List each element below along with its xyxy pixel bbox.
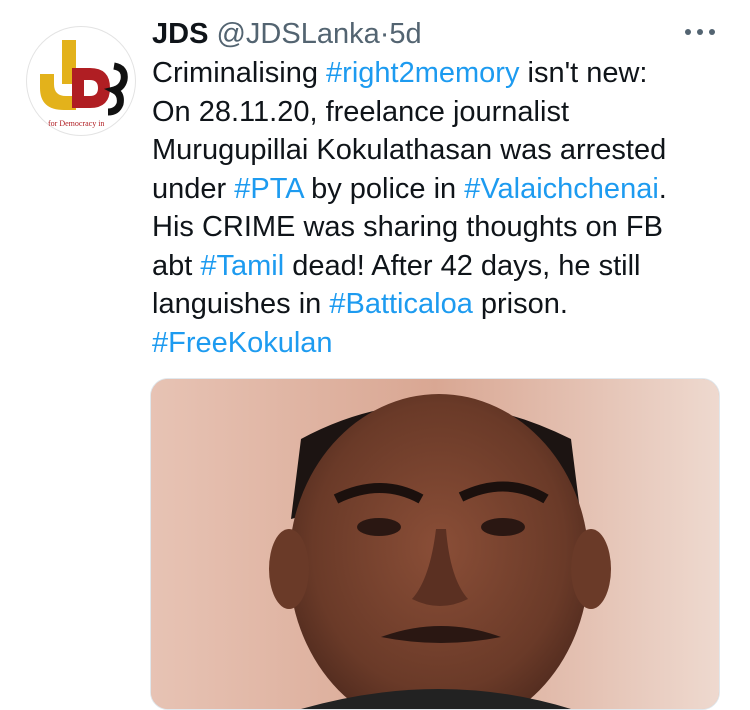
- tweet-text-segment: Criminalising: [152, 57, 327, 89]
- separator-dot: ·: [379, 18, 390, 50]
- jds-logo-icon: for Democracy in: [40, 40, 128, 128]
- more-horizontal-icon: [685, 29, 715, 35]
- photo-image: [151, 379, 719, 709]
- tweet-text-segment: On 28.11.20, freelance journalist: [152, 95, 570, 128]
- more-options-button[interactable]: [682, 22, 718, 42]
- tweet-text-segment: dead! After 42 days, he still: [284, 249, 641, 282]
- author-name[interactable]: JDS: [152, 18, 208, 50]
- hashtag-link[interactable]: #Batticaloa: [329, 288, 473, 320]
- hashtag-link[interactable]: #Tamil: [200, 250, 284, 282]
- author-handle[interactable]: @JDSLanka: [216, 18, 379, 50]
- hashtag-link[interactable]: #Valaichchenai: [464, 173, 659, 205]
- hashtag-link[interactable]: #PTA: [234, 173, 303, 205]
- tweet-time[interactable]: 5d: [389, 18, 421, 50]
- hashtag-link[interactable]: #right2memory: [326, 57, 519, 89]
- tweet-text-line: Criminalising #right2memory isn't new:: [152, 54, 732, 93]
- tweet-header: JDS @JDSLanka·5d: [152, 14, 422, 54]
- tweet-text-segment: under: [152, 172, 235, 205]
- author-avatar[interactable]: for Democracy in: [26, 26, 136, 136]
- tweet-text-segment: isn't new:: [519, 57, 648, 89]
- tweet-text-line: under #PTA by police in #Valaichchenai.: [152, 170, 732, 209]
- tweet-text-segment: languishes in: [152, 288, 330, 320]
- tweet-text-line: languishes in #Batticaloa prison.: [152, 285, 732, 324]
- tweet-text-line: abt #Tamil dead! After 42 days, he still: [152, 247, 732, 286]
- tweet-text: Criminalising #right2memory isn't new: On…: [152, 54, 732, 362]
- hashtag-link[interactable]: #FreeKokulan: [152, 327, 333, 359]
- tweet-text-line: #FreeKokulan: [152, 324, 732, 363]
- avatar-tagline: for Democracy in: [48, 119, 104, 128]
- tweet-text-segment: .: [658, 172, 667, 205]
- tweet-text-segment: prison.: [472, 288, 568, 320]
- tweet-text-line: His CRIME was sharing thoughts on FB: [152, 208, 732, 247]
- tweet-text-segment: Murugupillai Kokulathasan was arrested: [152, 134, 667, 166]
- tweet-text-segment: abt: [152, 249, 201, 282]
- tweet-media[interactable]: [150, 378, 720, 710]
- tweet-text-line: On 28.11.20, freelance journalist: [152, 93, 732, 132]
- tweet-text-segment: by police in: [303, 172, 465, 205]
- tweet-text-segment: His CRIME was sharing thoughts on FB: [152, 211, 663, 243]
- tweet-text-line: Murugupillai Kokulathasan was arrested: [152, 131, 732, 170]
